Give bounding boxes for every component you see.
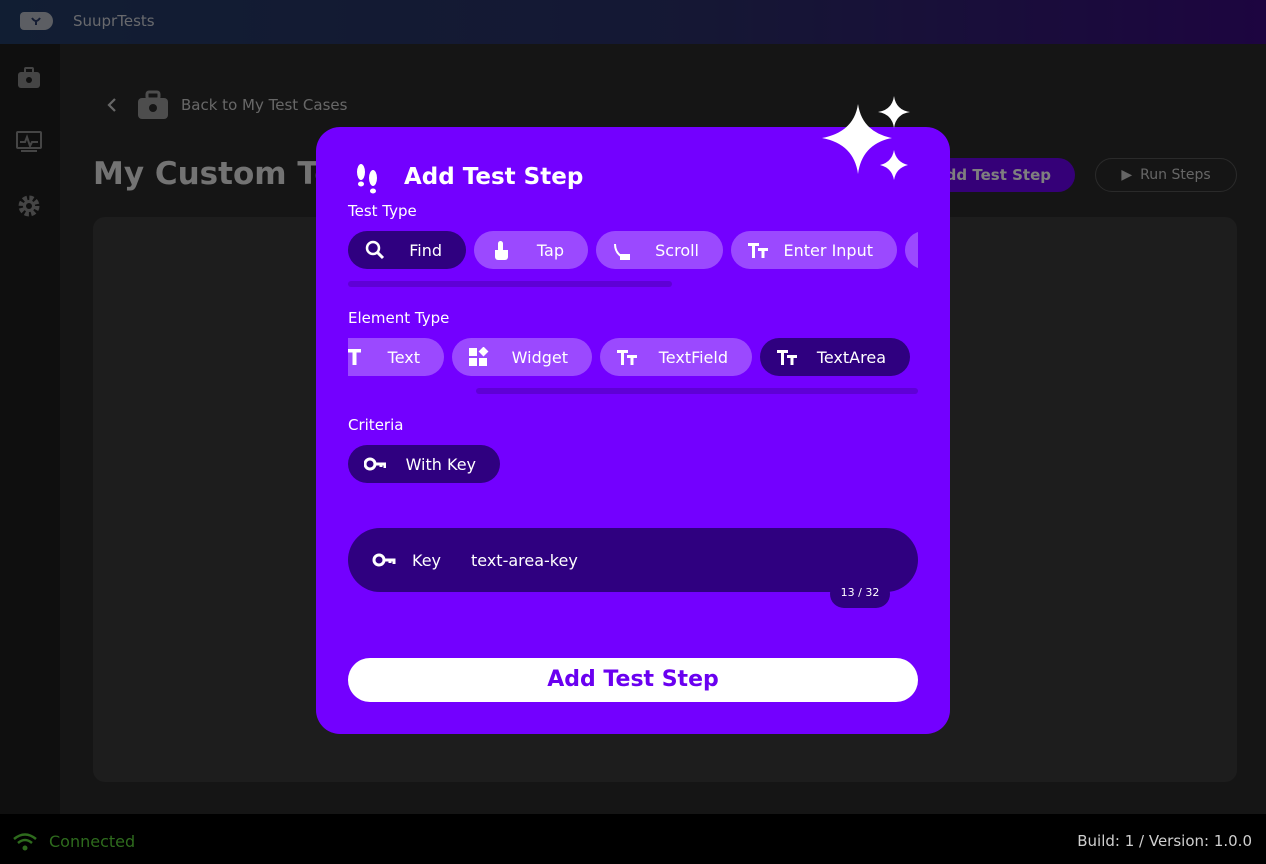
test-type-scrollbar[interactable] [348, 281, 672, 287]
test-type-chips: Find Tap Scroll Enter Input [348, 231, 918, 271]
chip-scroll-label: Scroll [655, 240, 699, 260]
element-type-scrollbar[interactable] [476, 388, 918, 394]
chip-textarea-label: TextArea [816, 347, 886, 367]
chip-tap-label: Tap [536, 240, 564, 260]
footsteps-icon [357, 164, 377, 194]
chip-textfield[interactable]: TextField [600, 338, 752, 376]
chip-find[interactable]: Find [348, 231, 466, 269]
criteria-label: Criteria [348, 416, 404, 434]
chip-text[interactable]: Text [348, 338, 444, 376]
character-counter: 13 / 32 [830, 580, 890, 608]
key-input-value[interactable]: text-area-key [471, 551, 578, 570]
test-type-label: Test Type [348, 202, 417, 220]
chip-widget-label: Widget [511, 347, 568, 367]
connection-status: Connected [49, 832, 136, 851]
sparkles-icon [822, 96, 910, 180]
chip-with-key[interactable]: With Key [348, 445, 500, 483]
element-type-chips: Text Widget TextField TextArea [348, 338, 918, 378]
chip-textfield-label: TextField [658, 347, 728, 367]
add-test-step-submit-button[interactable]: Add Test Step [348, 658, 918, 702]
chip-widget[interactable]: Widget [452, 338, 592, 376]
chip-scroll[interactable]: Scroll [596, 231, 723, 269]
dialog-title: Add Test Step [404, 164, 584, 190]
chip-text-label: Text [387, 347, 420, 367]
chip-textarea[interactable]: TextArea [760, 338, 910, 376]
chip-find-label: Find [409, 240, 442, 260]
chip-enter-input-label: Enter Input [783, 240, 873, 260]
status-bar [0, 814, 1266, 864]
key-icon [372, 553, 396, 567]
chip-tap[interactable]: Tap [474, 231, 588, 269]
chip-more[interactable] [905, 231, 918, 269]
key-field-label: Key [412, 551, 442, 570]
criteria-chips: With Key [348, 445, 918, 485]
element-type-label: Element Type [348, 309, 450, 327]
wifi-icon [13, 833, 37, 851]
chip-with-key-label: With Key [405, 454, 476, 474]
chip-enter-input[interactable]: Enter Input [731, 231, 897, 269]
build-version: Build: 1 / Version: 1.0.0 [1077, 832, 1252, 850]
